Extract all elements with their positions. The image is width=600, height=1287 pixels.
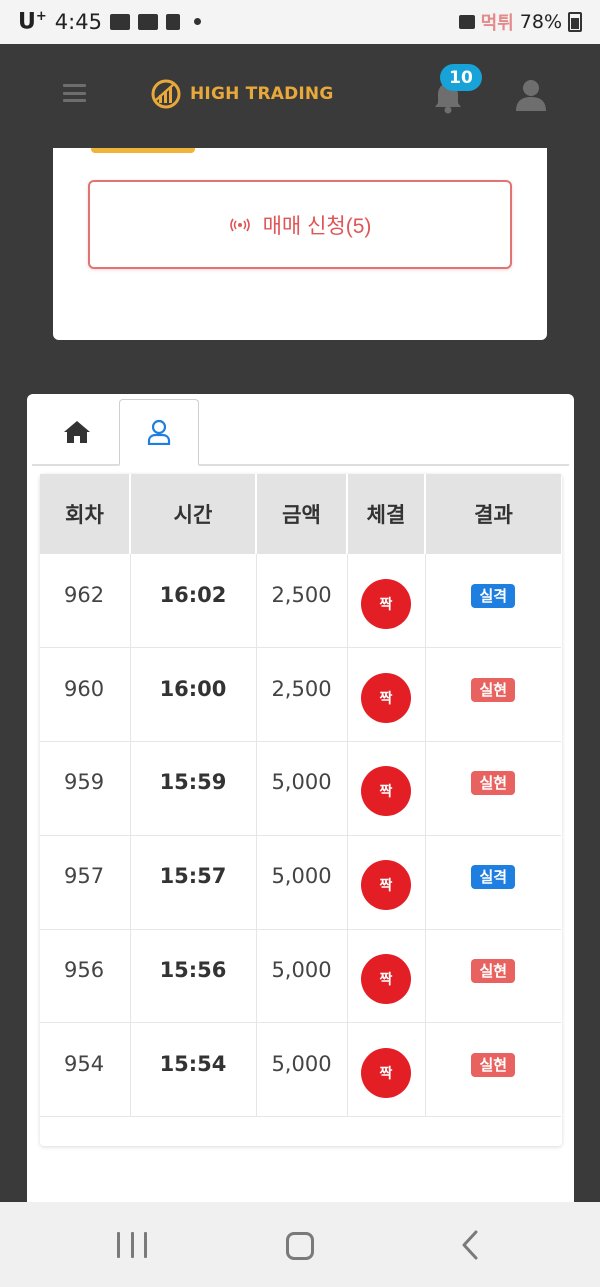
cell-time: 15:57 (130, 835, 257, 930)
logo[interactable]: HIGH TRADING (150, 78, 334, 110)
history-card: 회차 시간 금액 체결 결과 962 16:02 2,500 짝 실격 960 16:00 2… (27, 394, 574, 1214)
cell-trade: 짝 (347, 554, 426, 649)
result-badge: 실현 (471, 771, 516, 796)
home-icon (64, 421, 90, 443)
trade-request-card: 매매 신청(5) (53, 148, 547, 340)
cell-result: 실격 (425, 554, 561, 649)
table-header-row: 회차 시간 금액 체결 결과 (40, 474, 561, 554)
cell-time: 16:00 (130, 647, 257, 743)
cell-amount: 5,000 (256, 741, 348, 836)
trade-circle-badge: 짝 (361, 860, 411, 911)
mail-icon (109, 13, 130, 30)
cell-time: 15:56 (130, 929, 257, 1024)
cell-trade: 짝 (347, 647, 426, 743)
cell-result: 실현 (425, 647, 561, 743)
tab-home[interactable] (46, 400, 108, 464)
tab-bar (32, 399, 569, 466)
trade-circle-badge: 짝 (361, 954, 411, 1005)
cell-trade: 짝 (347, 741, 426, 836)
cell-amount: 5,000 (256, 929, 348, 1024)
table-row: 954 15:54 5,000 짝 실현 (40, 1022, 561, 1118)
cell-round: 957 (40, 835, 131, 930)
cell-result: 실격 (425, 835, 561, 930)
trade-request-button[interactable]: 매매 신청(5) (88, 180, 512, 269)
cell-trade: 짝 (347, 835, 426, 930)
status-left: U+ 4:45 (18, 9, 201, 35)
tab-user[interactable] (119, 399, 199, 466)
history-table-wrap: 회차 시간 금액 체결 결과 962 16:02 2,500 짝 실격 960 16:00 2… (40, 474, 562, 1146)
trade-request-label: 매매 신청(5) (262, 214, 372, 238)
logo-text: HIGH TRADING (190, 84, 334, 104)
cell-trade: 짝 (347, 1022, 426, 1118)
battery-level: 78% (519, 11, 562, 33)
table-row: 960 16:00 2,500 짝 실현 (40, 647, 561, 743)
col-amount: 금액 (256, 474, 348, 554)
more-notifications-dot (193, 18, 201, 26)
cell-time: 15:59 (130, 741, 257, 836)
cell-time: 15:54 (130, 1022, 257, 1118)
feather-icon (165, 13, 180, 30)
trade-circle-badge: 짝 (361, 672, 411, 723)
table-row: 956 15:56 5,000 짝 실현 (40, 929, 561, 1024)
app-header: HIGH TRADING 10 (0, 44, 600, 148)
back-icon[interactable] (460, 1230, 480, 1260)
table-row: 957 15:57 5,000 짝 실격 (40, 835, 561, 930)
col-time: 시간 (130, 474, 257, 554)
col-round: 회차 (40, 474, 131, 554)
result-badge: 실현 (471, 959, 516, 984)
youtube-icon (137, 13, 158, 30)
cell-result: 실현 (425, 929, 561, 1024)
mute-icon (458, 15, 475, 29)
status-bar: U+ 4:45 먹튀 78% (0, 0, 600, 44)
trade-circle-badge: 짝 (361, 766, 411, 817)
cell-time: 16:02 (130, 554, 257, 649)
user-outline-icon (147, 419, 171, 445)
col-result: 결과 (425, 474, 561, 554)
cell-trade: 짝 (347, 929, 426, 1024)
history-table: 회차 시간 금액 체결 결과 962 16:02 2,500 짝 실격 960 16:00 2… (40, 474, 561, 1118)
trade-circle-badge: 짝 (361, 1047, 411, 1098)
carrier: U+ (18, 9, 47, 35)
cell-amount: 5,000 (256, 1022, 348, 1118)
cell-amount: 2,500 (256, 554, 348, 649)
cell-round: 956 (40, 929, 131, 1024)
recent-apps-icon[interactable] (117, 1232, 147, 1258)
home-button-icon[interactable] (286, 1232, 314, 1260)
notification-count-badge: 10 (440, 64, 482, 91)
cell-round: 962 (40, 554, 131, 649)
cell-result: 실현 (425, 1022, 561, 1118)
col-trade: 체결 (347, 474, 426, 554)
system-nav-bar (0, 1202, 600, 1287)
cell-amount: 5,000 (256, 835, 348, 930)
accent-tab (91, 148, 195, 153)
trade-circle-badge: 짝 (361, 578, 411, 629)
result-badge: 실현 (471, 1052, 516, 1077)
watermark: 먹튀 (480, 13, 514, 34)
status-time: 4:45 (54, 9, 102, 34)
result-badge: 실현 (471, 677, 516, 702)
table-row: 962 16:02 2,500 짝 실격 (40, 554, 561, 649)
cell-round: 954 (40, 1022, 131, 1118)
cell-round: 959 (40, 741, 131, 836)
battery-icon (568, 12, 582, 32)
cell-amount: 2,500 (256, 647, 348, 743)
status-right: 먹튀 78% (458, 9, 582, 35)
table-row: 959 15:59 5,000 짝 실현 (40, 741, 561, 836)
user-icon[interactable] (515, 78, 547, 112)
cell-round: 960 (40, 647, 131, 743)
cell-result: 실현 (425, 741, 561, 836)
result-badge: 실격 (471, 865, 516, 890)
result-badge: 실격 (471, 583, 516, 608)
menu-icon[interactable] (63, 84, 86, 102)
radio-broadcast-icon (229, 218, 250, 231)
logo-mark-icon (151, 79, 181, 109)
